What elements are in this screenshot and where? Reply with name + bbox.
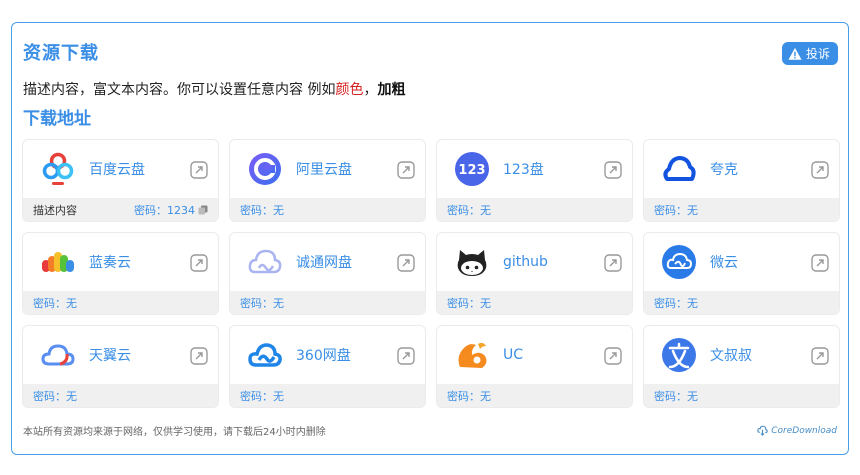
card-name: 夸克: [710, 162, 738, 178]
external-link-icon[interactable]: [811, 254, 829, 272]
brand-label: CoreDownload: [771, 425, 837, 436]
download-card-aliyun[interactable]: 阿里云盘 密码：无: [229, 139, 426, 222]
report-button[interactable]: 投诉: [781, 42, 838, 65]
download-card-ctfile[interactable]: 诚通网盘 密码：无: [229, 232, 426, 315]
external-link-icon[interactable]: [811, 161, 829, 179]
download-card-github[interactable]: github 密码：无: [436, 232, 633, 315]
uc-icon: [453, 336, 491, 374]
external-link-icon[interactable]: [604, 161, 622, 179]
card-password: 密码：无: [240, 296, 284, 310]
cloud-download-icon: [757, 425, 768, 436]
description-sep: ，: [363, 82, 378, 98]
description-prefix: 描述内容，富文本内容。你可以设置任意内容 例如: [23, 82, 336, 98]
card-password: 密码：无: [33, 389, 77, 403]
card-name: 微云: [710, 255, 738, 271]
card-name: 360网盘: [296, 348, 351, 364]
weiyun-icon: [660, 243, 698, 281]
description-bold: 加粗: [377, 82, 406, 98]
download-grid: 百度云盘 描述内容 密码：1234 阿里云盘 密码：无 123 123盘 密码：…: [22, 139, 840, 408]
ctfile-icon: [246, 243, 284, 281]
footer-notice: 本站所有资源均来源于网络，仅供学习使用，请下载后24小时内删除: [23, 427, 326, 438]
download-card-123pan[interactable]: 123 123盘 密码：无: [436, 139, 633, 222]
baidu-cloud-icon: [39, 150, 77, 188]
github-icon: [453, 243, 491, 281]
brand-link[interactable]: CoreDownload: [757, 425, 837, 436]
download-card-weiyun[interactable]: 微云 密码：无: [643, 232, 840, 315]
card-name: github: [503, 254, 548, 270]
123pan-icon: 123: [453, 150, 491, 188]
card-password: 密码：无: [447, 389, 491, 403]
description-colored: 颜色: [335, 82, 364, 98]
warning-icon: [788, 47, 802, 60]
card-password: 密码：无: [240, 389, 284, 403]
download-card-baidu[interactable]: 百度云盘 描述内容 密码：1234: [22, 139, 219, 222]
external-link-icon[interactable]: [190, 161, 208, 179]
card-password: 密码：无: [654, 203, 698, 217]
download-card-360pan[interactable]: 360网盘 密码：无: [229, 325, 426, 408]
card-name: 阿里云盘: [296, 162, 352, 178]
external-link-icon[interactable]: [397, 254, 415, 272]
card-password: 密码：1234: [134, 203, 195, 217]
download-card-wenshushu[interactable]: 文叔叔 密码：无: [643, 325, 840, 408]
card-name: 诚通网盘: [296, 255, 352, 271]
description-text: 描述内容，富文本内容。你可以设置任意内容 例如颜色，加粗: [23, 79, 405, 99]
download-card-quark[interactable]: 夸克 密码：无: [643, 139, 840, 222]
external-link-icon[interactable]: [397, 347, 415, 365]
external-link-icon[interactable]: [397, 161, 415, 179]
external-link-icon[interactable]: [604, 347, 622, 365]
download-card-tianyi[interactable]: 天翼云 密码：无: [22, 325, 219, 408]
card-password: 密码：无: [654, 296, 698, 310]
360pan-icon: [246, 336, 284, 374]
card-name: UC: [503, 347, 524, 363]
card-password: 密码：无: [654, 389, 698, 403]
external-link-icon[interactable]: [811, 347, 829, 365]
download-panel: 资源下载 投诉 描述内容，富文本内容。你可以设置任意内容 例如颜色，加粗 下载地…: [11, 22, 849, 455]
section-title: 下载地址: [23, 109, 91, 129]
card-name: 天翼云: [89, 348, 131, 364]
download-card-lanzou[interactable]: 蓝奏云 密码：无: [22, 232, 219, 315]
card-password: 密码：无: [447, 296, 491, 310]
svg-text:123: 123: [458, 163, 485, 178]
card-password: 密码：无: [240, 203, 284, 217]
card-note: 描述内容: [33, 203, 77, 217]
card-name: 百度云盘: [89, 162, 145, 178]
copy-icon[interactable]: [198, 205, 208, 215]
external-link-icon[interactable]: [190, 347, 208, 365]
card-name: 蓝奏云: [89, 255, 131, 271]
wenshushu-icon: [660, 336, 698, 374]
external-link-icon[interactable]: [604, 254, 622, 272]
download-card-uc[interactable]: UC 密码：无: [436, 325, 633, 408]
quark-icon: [660, 150, 698, 188]
card-name: 文叔叔: [710, 348, 752, 364]
panel-title: 资源下载: [23, 43, 99, 64]
card-name: 123盘: [503, 162, 544, 178]
lanzou-icon: [39, 243, 77, 281]
report-label: 投诉: [805, 47, 830, 61]
tianyi-cloud-icon: [39, 336, 77, 374]
aliyun-drive-icon: [246, 150, 284, 188]
external-link-icon[interactable]: [190, 254, 208, 272]
card-password: 密码：无: [447, 203, 491, 217]
card-password: 密码：无: [33, 296, 77, 310]
